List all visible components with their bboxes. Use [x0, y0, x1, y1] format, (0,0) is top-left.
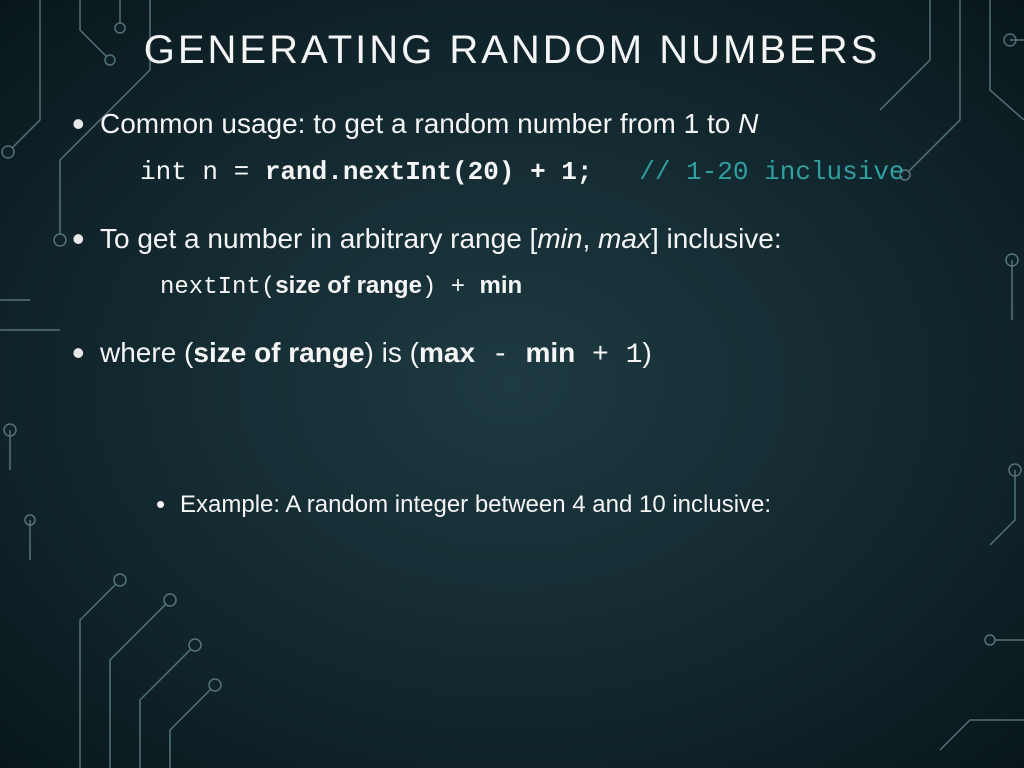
var-min: min [525, 337, 575, 368]
code-block-2: nextInt(size of range) + min [160, 268, 964, 306]
code-bold: rand.nextInt(20) + 1; [265, 157, 593, 187]
slide: GENERATING RANDOM NUMBERS Common usage: … [0, 0, 1024, 768]
text: where ( [100, 337, 193, 368]
text: ) is ( [365, 337, 419, 368]
op-minus: - [475, 340, 525, 371]
bullet-common-usage: Common usage: to get a random number fro… [100, 103, 964, 192]
var-size: size of range [193, 337, 364, 368]
code-fn: nextInt( [160, 274, 275, 301]
slide-title: GENERATING RANDOM NUMBERS [60, 28, 964, 73]
sub-bullet-list: Example: A random integer between 4 and … [180, 487, 964, 523]
var-min: min [537, 223, 582, 254]
text: ) [642, 337, 651, 368]
bullet-formula: where (size of range) is (max - min + 1)… [100, 332, 964, 523]
code-comment: // 1-20 inclusive [592, 157, 904, 187]
var-max: max [598, 223, 651, 254]
var-min: min [480, 272, 523, 299]
code-plus: ) + [422, 274, 480, 301]
bullet-list: Common usage: to get a random number fro… [100, 103, 964, 523]
op-plus-one: + 1 [575, 340, 642, 371]
text: ] inclusive: [651, 223, 782, 254]
code-plain: int n = [140, 157, 265, 187]
bullet-example: Example: A random integer between 4 and … [180, 487, 964, 523]
var-size: size of range [275, 272, 422, 299]
text: Common usage: to get a random number fro… [100, 108, 738, 139]
text: , [582, 223, 598, 254]
var-max: max [419, 337, 475, 368]
var-n: N [738, 108, 758, 139]
text: To get a number in arbitrary range [ [100, 223, 537, 254]
code-block-1: int n = rand.nextInt(20) + 1; // 1-20 in… [140, 153, 964, 192]
bullet-arbitrary-range: To get a number in arbitrary range [min,… [100, 218, 964, 306]
